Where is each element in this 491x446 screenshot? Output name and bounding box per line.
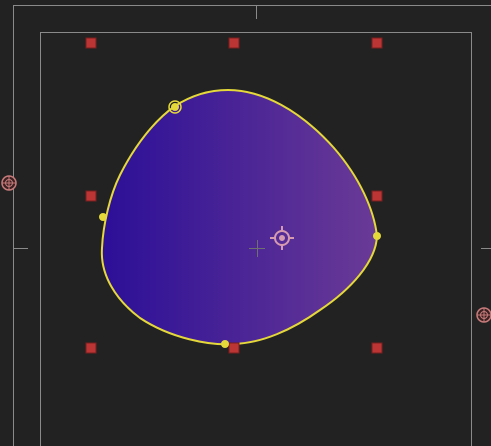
handle-bottom-left[interactable] bbox=[85, 342, 97, 354]
rotate-handle-icon[interactable] bbox=[1, 175, 17, 191]
control-point-selected-dot[interactable] bbox=[171, 103, 179, 111]
handle-top-left[interactable] bbox=[85, 37, 97, 49]
handle-middle-left[interactable] bbox=[85, 190, 97, 202]
control-point-bottom[interactable] bbox=[221, 340, 229, 348]
rotate-handle-icon[interactable] bbox=[476, 307, 491, 323]
handle-bottom-center[interactable] bbox=[228, 342, 240, 354]
blob-shape[interactable] bbox=[100, 88, 379, 346]
handle-middle-right[interactable] bbox=[371, 190, 383, 202]
handle-top-right[interactable] bbox=[371, 37, 383, 49]
viewer-svg[interactable] bbox=[0, 0, 491, 446]
handle-bottom-right[interactable] bbox=[371, 342, 383, 354]
handle-top-center[interactable] bbox=[228, 37, 240, 49]
viewer-canvas[interactable] bbox=[0, 0, 491, 446]
control-point-left[interactable] bbox=[99, 213, 107, 221]
control-point-right[interactable] bbox=[373, 232, 381, 240]
